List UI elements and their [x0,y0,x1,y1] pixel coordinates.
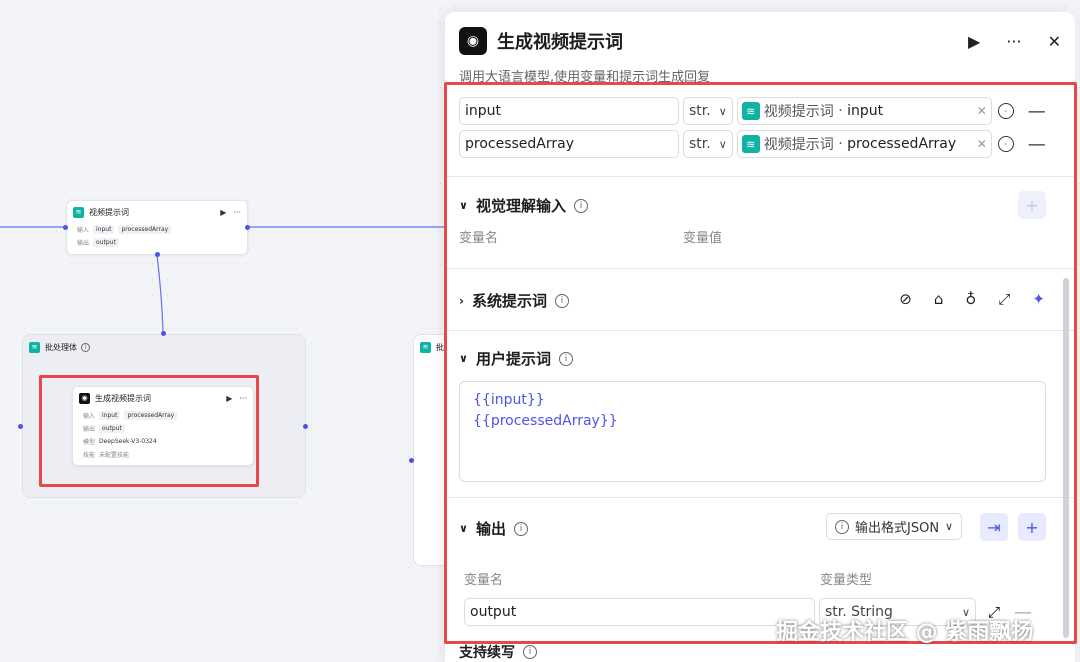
output-chip: output [93,238,119,247]
section-title: 支持续写 [459,645,515,661]
port-in[interactable] [18,424,23,429]
info-icon: i [81,342,90,352]
highlight-panel-box [444,82,1077,644]
info-icon: i [523,645,537,659]
watermark: 掘金技术社区 @ 紫雨飘扬 [776,620,1034,645]
run-icon[interactable]: ▶ [220,208,226,217]
port-out[interactable] [245,225,250,230]
node-video-prompt[interactable]: ≋ 视频提示词 ▶ ··· 输入 input processedArray 输出 … [66,200,248,255]
run-icon[interactable]: ▶ [968,32,980,51]
close-icon[interactable]: ✕ [1048,32,1061,51]
panel-title: 生成视频提示词 [497,32,623,53]
scrollbar[interactable] [1063,278,1069,638]
highlight-node-box [39,375,259,487]
batch-icon: ≋ [420,341,431,353]
node-title: 视频提示词 [89,207,129,217]
port-in[interactable] [63,225,68,230]
layers-icon: ≋ [73,206,84,218]
input-label: 输入 [77,227,90,234]
output-label: 输出 [77,240,90,247]
port-top[interactable] [161,331,166,336]
port-in[interactable] [409,458,414,463]
input-chip: input [93,225,115,234]
group-title: 批 [436,342,444,352]
group-title: 批处理体 [45,342,77,352]
more-icon[interactable]: ··· [1006,32,1021,51]
input-chip: processedArray [118,225,172,234]
more-icon[interactable]: ··· [233,208,241,217]
port-out[interactable] [303,424,308,429]
edge-video-batch [156,254,164,333]
port-bottom[interactable] [155,252,160,257]
llm-logo-icon: ◉ [459,27,487,55]
stream-row: 支持续写 i [459,642,537,662]
batch-icon: ≋ [29,341,40,353]
